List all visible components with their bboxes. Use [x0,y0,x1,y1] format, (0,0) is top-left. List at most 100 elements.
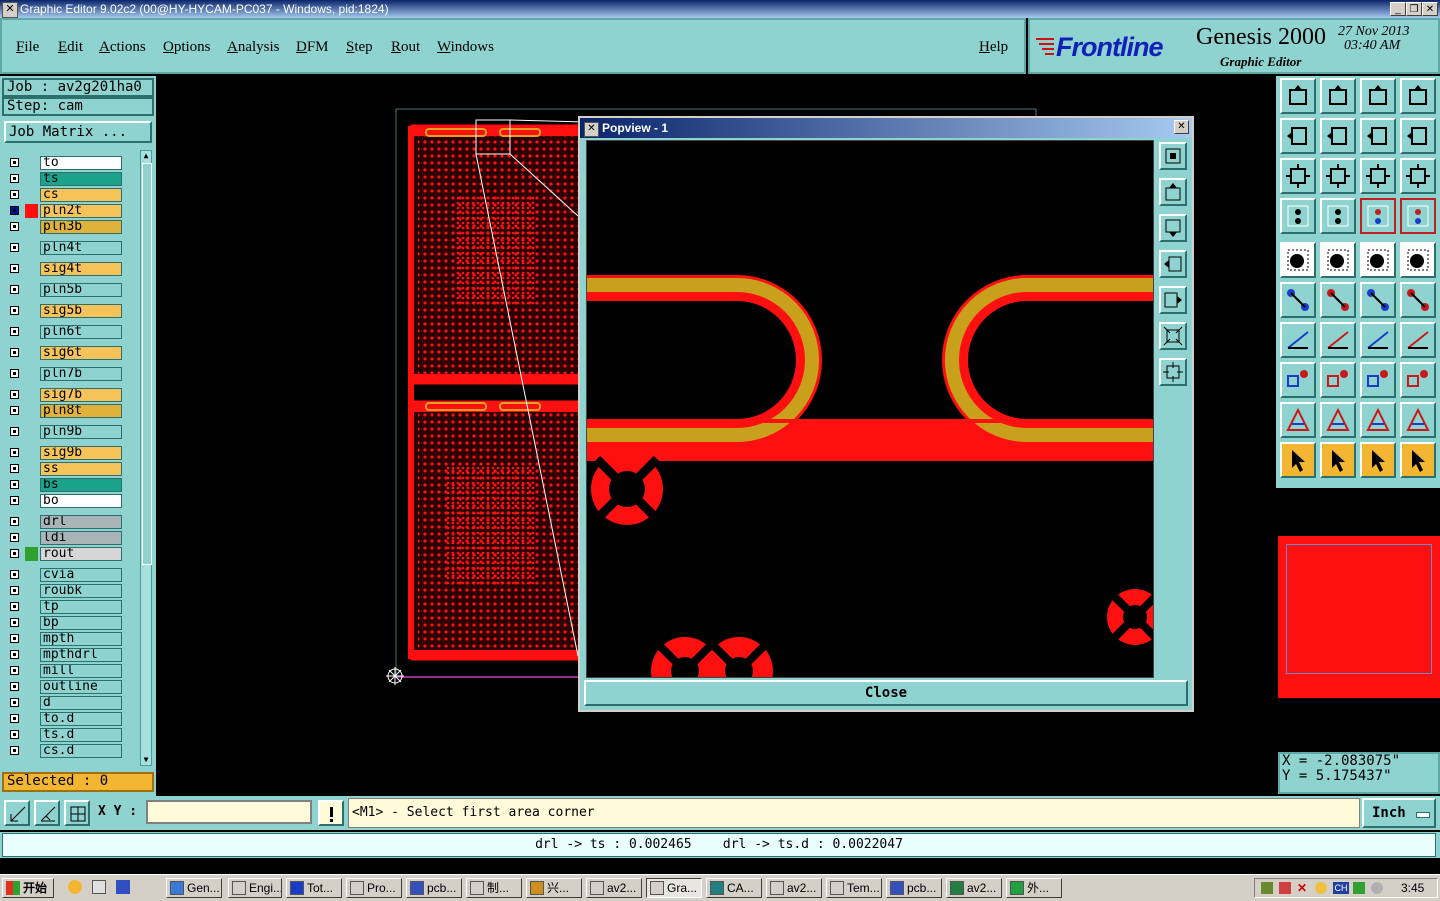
taskbar-item[interactable]: av2... [766,878,822,898]
triangle-button[interactable] [1280,402,1316,438]
layer-checkbox[interactable] [10,222,19,231]
tray-s-icon[interactable] [1353,882,1365,894]
layer-checkbox[interactable] [10,746,19,755]
pan-left-button[interactable] [1280,118,1316,154]
scroll-thumb[interactable] [142,163,152,565]
cross-button[interactable] [1320,282,1356,318]
layer-checkbox[interactable] [10,285,19,294]
job-matrix-button[interactable]: Job Matrix ... [4,121,152,143]
layer-row-cs-d[interactable]: cs.d [8,744,124,758]
layer-checkbox[interactable] [10,348,19,357]
overview-map[interactable] [1278,488,1440,748]
overview-viewport[interactable] [1286,544,1432,674]
layer-checkbox[interactable] [10,650,19,659]
layer-checkbox[interactable] [10,682,19,691]
split-view-button[interactable] [1400,78,1436,114]
layer-checkbox[interactable] [10,634,19,643]
layer-checkbox[interactable] [10,406,19,415]
route-button[interactable] [1400,442,1436,478]
notepad-icon[interactable] [92,880,106,894]
filter-button[interactable] [1280,198,1316,234]
popview-close-button[interactable]: Close [584,680,1188,706]
start-button[interactable]: 开始 [2,878,54,898]
layer-checkbox[interactable] [10,480,19,489]
grid-button[interactable] [1320,198,1356,234]
zoom-back-button[interactable] [1360,118,1396,154]
line-node-button[interactable] [1360,282,1396,318]
layer-checkbox[interactable] [10,306,19,315]
help-button[interactable] [1400,158,1436,194]
select-pointer-button[interactable] [1320,442,1356,478]
zoom-fit-button[interactable] [1280,158,1316,194]
layer-checkbox[interactable] [10,730,19,739]
layer-checkbox[interactable] [10,390,19,399]
layer-checkbox[interactable] [10,369,19,378]
layer-row-mill[interactable]: mill [8,664,124,678]
zoom-window-button[interactable] [1320,78,1356,114]
snap-pads-button[interactable] [1400,198,1436,234]
layer-row-sig7b[interactable]: sig7b [8,388,124,402]
taskbar-item[interactable]: 外... [1006,878,1062,898]
menu-help[interactable]: Help [979,39,1008,56]
layer-row-pln6t[interactable]: pln6t [8,325,124,339]
menu-file[interactable]: File [16,39,39,56]
measure-button[interactable] [1320,242,1356,278]
popview-canvas[interactable] [586,140,1154,678]
layer-checkbox[interactable] [10,158,19,167]
taskbar-item[interactable]: CA... [706,878,762,898]
popview-pan-left-button[interactable] [1159,250,1187,278]
snap-features-button[interactable] [1360,198,1396,234]
menu-windows[interactable]: Windows [437,39,494,56]
tray-language-icon[interactable]: CH [1333,882,1349,894]
line-draw-button[interactable] [1320,322,1356,358]
layer-checkbox[interactable] [10,698,19,707]
layer-row-pln4t[interactable]: pln4t [8,241,124,255]
taskbar-item[interactable]: 兴... [526,878,582,898]
layer-checkbox[interactable] [10,448,19,457]
scroll-up-arrow[interactable]: ▲ [141,151,151,161]
ruler-button[interactable] [1360,242,1396,278]
pad-button[interactable] [1400,242,1436,278]
popview-close-x-button[interactable]: ✕ [1174,120,1189,134]
menu-rout[interactable]: Rout [391,39,420,56]
menu-analysis[interactable]: Analysis [227,39,280,56]
home-button[interactable] [1360,78,1396,114]
pan-right-button[interactable] [1320,118,1356,154]
move-pad-button[interactable] [1280,362,1316,398]
zoom-center-button[interactable] [1320,158,1356,194]
layer-checkbox[interactable] [10,243,19,252]
measure-toggle-button[interactable] [34,800,60,826]
layer-row-drl[interactable]: drl [8,515,124,529]
minimize-button[interactable]: _ [1390,2,1406,16]
tray-tool-icon[interactable] [1261,882,1273,894]
tray-app-icon[interactable] [1279,882,1291,894]
taskbar-item[interactable]: pcb... [406,878,462,898]
window-title-bar[interactable]: ✕ Graphic Editor 9.02c2 (00@HY-HYCAM-PC0… [0,0,1440,18]
layer-row-sig9b[interactable]: sig9b [8,446,124,460]
layer-scrollbar[interactable]: ▲ ▼ [140,150,152,766]
layer-row-sig4t[interactable]: sig4t [8,262,124,276]
layer-row-mpthdrl[interactable]: mpthdrl [8,648,124,662]
layer-row-roubk[interactable]: roubk [8,584,124,598]
layer-row-pln3b[interactable]: pln3b [8,220,124,234]
layer-row-ts[interactable]: ts [8,172,124,186]
tray-ime-icon[interactable] [1315,882,1327,894]
layer-row-bo[interactable]: bo [8,494,124,508]
layer-checkbox[interactable] [10,174,19,183]
zoom-ratio-button[interactable] [1360,158,1396,194]
split-line-button[interactable] [1320,362,1356,398]
menu-options[interactable]: Options [163,39,211,56]
layer-checkbox[interactable] [10,618,19,627]
vertex-button[interactable] [1320,402,1356,438]
taskbar-item[interactable]: pcb... [886,878,942,898]
taskbar-item[interactable]: Gra... [646,878,702,898]
layer-row-cvia[interactable]: cvia [8,568,124,582]
layer-checkbox[interactable] [10,206,19,215]
close-window-button[interactable]: ✕ [1422,2,1438,16]
popview-pan-right-button[interactable] [1159,286,1187,314]
select-box-button[interactable] [1360,442,1396,478]
layer-row-d[interactable]: d [8,696,124,710]
menu-actions[interactable]: Actions [99,39,146,56]
taskbar-item[interactable]: 制... [466,878,522,898]
surface-button[interactable] [1400,402,1436,438]
